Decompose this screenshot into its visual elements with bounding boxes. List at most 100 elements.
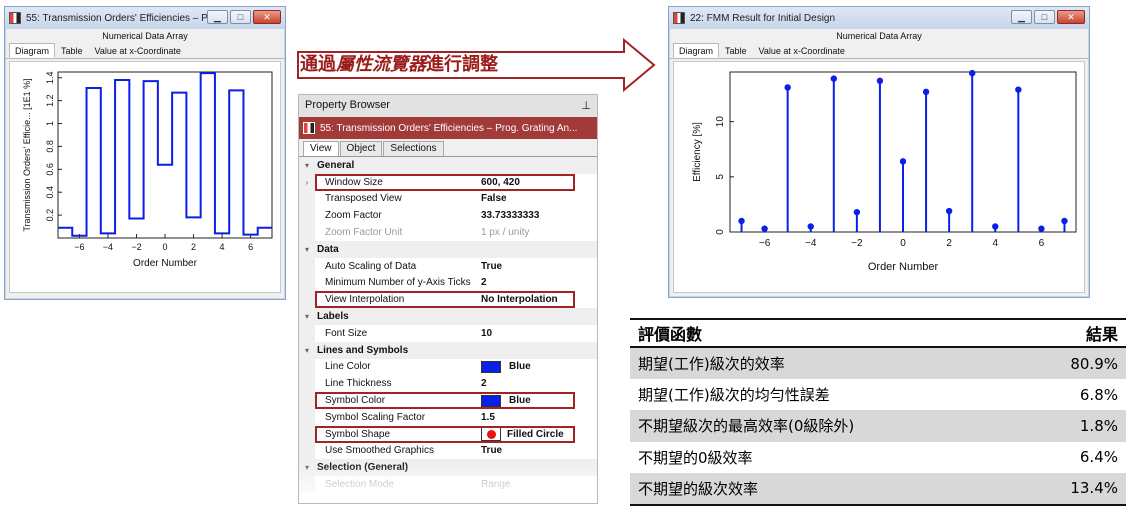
property-browser-object-header: 55: Transmission Orders' Efficiencies – …	[299, 117, 597, 139]
tab-value-at-x[interactable]: Value at x-Coordinate	[89, 43, 187, 58]
property-row[interactable]: Line ColorBlue	[299, 359, 597, 376]
property-row[interactable]: View InterpolationNo Interpolation	[299, 291, 597, 308]
data-series-line	[58, 73, 272, 236]
y-axis-label: Efficiency [%]	[692, 122, 703, 182]
property-value[interactable]: False	[479, 193, 507, 204]
highlight-box	[315, 174, 575, 191]
property-row[interactable]: Symbol ColorBlue	[299, 392, 597, 409]
banner-suffix: 進行調整	[426, 54, 498, 75]
data-point	[854, 209, 860, 215]
x-tick-label: 4	[220, 242, 225, 252]
highlight-box	[315, 392, 575, 409]
x-tick-label: 6	[1039, 238, 1045, 249]
minimize-button[interactable]: ▁	[1011, 10, 1032, 24]
property-category[interactable]: ▾Labels	[299, 308, 597, 325]
collapse-icon[interactable]: ▾	[299, 241, 315, 258]
property-value-text: True	[481, 445, 502, 456]
left-plot-area[interactable]: 0.20.40.60.811.21.4−6−4−20246Order Numbe…	[9, 61, 281, 293]
data-point	[831, 75, 837, 81]
data-point	[1038, 225, 1044, 231]
collapse-icon[interactable]: ▾	[299, 157, 315, 174]
property-value[interactable]: 2	[479, 277, 487, 288]
property-row[interactable]: Font Size10	[299, 325, 597, 342]
tab-table[interactable]: Table	[55, 43, 89, 58]
y-tick-label: 0.6	[45, 163, 55, 176]
results-row: 期望(工作)級次的效率80.9%	[630, 348, 1126, 379]
property-value-text: Blue	[509, 361, 531, 372]
property-row[interactable]: Minimum Number of y-Axis Ticks2	[299, 275, 597, 292]
app-icon	[673, 12, 685, 24]
x-tick-label: −2	[851, 238, 863, 249]
tab-value-at-x[interactable]: Value at x-Coordinate	[753, 43, 851, 58]
property-row[interactable]: Transposed ViewFalse	[299, 191, 597, 208]
property-row[interactable]: Zoom Factor33.73333333	[299, 207, 597, 224]
right-window-subtitle: Numerical Data Array	[669, 29, 1089, 43]
property-row[interactable]: ›Window Size600, 420	[299, 174, 597, 191]
tab-diagram[interactable]: Diagram	[9, 43, 55, 58]
property-value-text: 1 px / unity	[481, 227, 529, 238]
property-name: Zoom Factor Unit	[315, 227, 479, 238]
right-plot-area[interactable]: 0510−6−4−20246Order NumberEfficiency [%]	[673, 61, 1085, 293]
y-tick-label: 0.2	[45, 209, 55, 222]
right-window-titlebar[interactable]: 22: FMM Result for Initial Design ▁ □ ✕	[669, 7, 1089, 29]
close-button[interactable]: ✕	[1057, 10, 1085, 24]
property-value[interactable]: True	[479, 261, 502, 272]
row-gutter	[299, 359, 315, 376]
maximize-button[interactable]: □	[230, 10, 251, 24]
minimize-button[interactable]: ▁	[207, 10, 228, 24]
property-value[interactable]: True	[479, 445, 502, 456]
property-category[interactable]: ▾Lines and Symbols	[299, 342, 597, 359]
plot-frame	[58, 72, 272, 238]
property-row[interactable]: Line Thickness2	[299, 375, 597, 392]
property-value[interactable]: 2	[479, 378, 487, 389]
property-row[interactable]: Symbol ShapeFilled Circle	[299, 426, 597, 443]
results-header: 評價函數 結果	[630, 318, 1126, 348]
property-browser: Property Browser ⊥ 55: Transmission Orde…	[298, 94, 598, 504]
data-point	[900, 158, 906, 164]
right-chart: 0510−6−4−20246Order NumberEfficiency [%]	[674, 62, 1084, 292]
metric-name: 期望(工作)級次的均勻性誤差	[638, 384, 830, 405]
close-button[interactable]: ✕	[253, 10, 281, 24]
app-icon	[9, 12, 21, 24]
property-name: Data	[315, 244, 479, 255]
tab-diagram[interactable]: Diagram	[673, 43, 719, 58]
row-gutter	[299, 375, 315, 392]
metric-value: 80.9%	[1070, 355, 1118, 373]
property-row[interactable]: Zoom Factor Unit1 px / unity	[299, 224, 597, 241]
tab-table[interactable]: Table	[719, 43, 753, 58]
property-name: Use Smoothed Graphics	[315, 445, 479, 456]
property-category[interactable]: ▾General	[299, 157, 597, 174]
tab-object[interactable]: Object	[340, 141, 383, 156]
y-tick-label: 0	[715, 229, 726, 235]
property-row[interactable]: Symbol Scaling Factor1.5	[299, 409, 597, 426]
collapse-icon[interactable]: ▾	[299, 342, 315, 359]
property-row[interactable]: Auto Scaling of DataTrue	[299, 258, 597, 275]
row-gutter	[299, 291, 315, 308]
property-value[interactable]: 10	[479, 328, 492, 339]
property-value[interactable]: 1.5	[479, 412, 495, 423]
property-value[interactable]: 33.73333333	[479, 210, 539, 221]
right-window-title: 22: FMM Result for Initial Design	[690, 13, 835, 24]
row-gutter	[299, 443, 315, 460]
maximize-button[interactable]: □	[1034, 10, 1055, 24]
results-row: 不期望級次的最高效率(0級除外)1.8%	[630, 410, 1126, 441]
y-tick-label: 10	[715, 116, 726, 128]
property-value[interactable]: 1 px / unity	[479, 227, 529, 238]
left-window-titlebar[interactable]: 55: Transmission Orders' Efficiencies – …	[5, 7, 285, 29]
property-row[interactable]: Use Smoothed GraphicsTrue	[299, 443, 597, 460]
property-category[interactable]: ▾Data	[299, 241, 597, 258]
tab-selections[interactable]: Selections	[383, 141, 443, 156]
pin-icon[interactable]: ⊥	[581, 99, 591, 113]
expand-icon[interactable]: ›	[299, 174, 315, 191]
right-window-tabs: Diagram Table Value at x-Coordinate	[669, 43, 1089, 59]
tab-view[interactable]: View	[303, 141, 339, 156]
x-tick-label: 2	[946, 238, 952, 249]
data-point	[784, 84, 790, 90]
property-value[interactable]: Blue	[479, 361, 531, 373]
collapse-icon[interactable]: ▾	[299, 308, 315, 325]
property-value-text: 2	[481, 378, 487, 389]
data-point	[808, 223, 814, 229]
data-point	[946, 208, 952, 214]
metric-name: 不期望的0級效率	[638, 447, 753, 468]
right-diagram-window: 22: FMM Result for Initial Design ▁ □ ✕ …	[668, 6, 1090, 298]
